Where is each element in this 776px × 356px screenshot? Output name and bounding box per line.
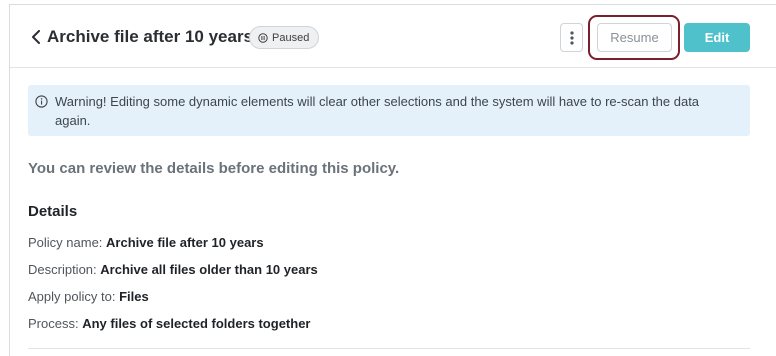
detail-row-apply-policy-to: Apply policy to: Files: [28, 289, 149, 304]
policy-panel: Archive file after 10 years Paused Resum…: [9, 4, 776, 356]
chevron-left-icon: [32, 30, 40, 44]
warning-banner: Warning! Editing some dynamic elements w…: [28, 85, 750, 136]
pause-icon: [258, 32, 268, 43]
edit-button[interactable]: Edit: [684, 23, 750, 52]
detail-row-description: Description: Archive all files older tha…: [28, 262, 318, 277]
detail-label: Apply policy to:: [28, 289, 116, 304]
detail-label: Description:: [28, 262, 97, 277]
page-header: Archive file after 10 years Paused Resum…: [10, 5, 776, 68]
detail-value: Archive all files older than 10 years: [100, 262, 318, 277]
review-text: You can review the details before editin…: [28, 160, 400, 177]
details-heading: Details: [28, 203, 78, 220]
warning-text: Warning! Editing some dynamic elements w…: [55, 94, 700, 128]
detail-label: Policy name:: [28, 235, 103, 250]
more-vertical-icon: [569, 30, 574, 45]
status-badge-label: Paused: [272, 31, 310, 44]
info-icon: [35, 95, 48, 108]
section-divider: [28, 348, 750, 349]
detail-row-policy-name: Policy name: Archive file after 10 years: [28, 235, 264, 250]
detail-label: Process:: [28, 316, 79, 331]
detail-value: Files: [119, 289, 149, 304]
back-button[interactable]: [28, 25, 44, 49]
resume-button[interactable]: Resume: [597, 23, 672, 52]
detail-value: Archive file after 10 years: [106, 235, 264, 250]
more-actions-button[interactable]: [560, 23, 583, 52]
status-badge: Paused: [249, 26, 320, 49]
page-title: Archive file after 10 years: [47, 27, 254, 46]
detail-row-process: Process: Any files of selected folders t…: [28, 316, 310, 331]
detail-value: Any files of selected folders together: [82, 316, 311, 331]
